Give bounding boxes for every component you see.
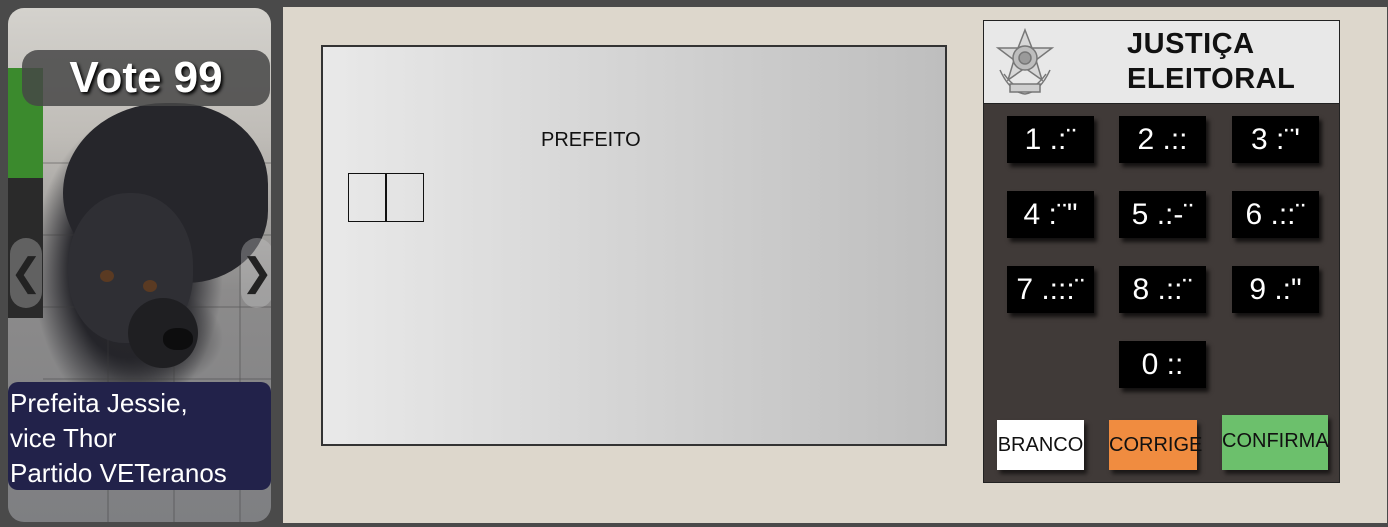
key-6[interactable]: 6 .::¨ bbox=[1232, 191, 1319, 238]
panel-title: JUSTIÇA ELEITORAL bbox=[1127, 27, 1295, 97]
confirma-button[interactable]: CONFIRMA bbox=[1222, 415, 1329, 470]
key-4[interactable]: 4 :¨" bbox=[1007, 191, 1094, 238]
panel-title-line2: ELEITORAL bbox=[1127, 63, 1296, 95]
caption-line-candidate: Prefeita Jessie, bbox=[10, 388, 188, 418]
role-label: PREFEITO bbox=[541, 129, 641, 151]
key-9[interactable]: 9 .:" bbox=[1232, 266, 1319, 313]
branco-button[interactable]: BRANCO bbox=[997, 420, 1084, 470]
caption-line-party: Partido VETeranos bbox=[10, 458, 227, 488]
brazil-coat-of-arms-icon bbox=[995, 27, 1055, 95]
carousel-prev-button[interactable]: ❮ bbox=[10, 238, 42, 308]
keypad-panel: JUSTIÇA ELEITORAL bbox=[983, 20, 1340, 483]
key-2[interactable]: 2 .:: bbox=[1119, 116, 1206, 163]
ballot-screen: PREFEITO bbox=[321, 45, 947, 446]
caption-line-vice: vice Thor bbox=[10, 423, 117, 453]
key-5[interactable]: 5 .:-¨ bbox=[1119, 191, 1206, 238]
key-3[interactable]: 3 :¨' bbox=[1232, 116, 1319, 163]
key-7[interactable]: 7 .:::¨ bbox=[1007, 266, 1094, 313]
candidate-card: Vote 99 ❮ ❯ Prefeita Jessie, vice Thor P… bbox=[8, 8, 271, 522]
candidate-caption: Prefeita Jessie, vice Thor Partido VETer… bbox=[8, 382, 271, 490]
vote-badge: Vote 99 bbox=[22, 50, 270, 106]
key-0[interactable]: 0 :: bbox=[1119, 341, 1206, 388]
key-8[interactable]: 8 .::¨ bbox=[1119, 266, 1206, 313]
carousel-next-button[interactable]: ❯ bbox=[241, 238, 271, 308]
key-1[interactable]: 1 .:¨ bbox=[1007, 116, 1094, 163]
corrige-button[interactable]: CORRIGE bbox=[1109, 420, 1202, 470]
digit-slot-1 bbox=[348, 173, 386, 222]
panel-title-line1: JUSTIÇA bbox=[1127, 28, 1255, 60]
panel-header: JUSTIÇA ELEITORAL bbox=[984, 21, 1339, 104]
digit-slot-2 bbox=[386, 173, 424, 222]
